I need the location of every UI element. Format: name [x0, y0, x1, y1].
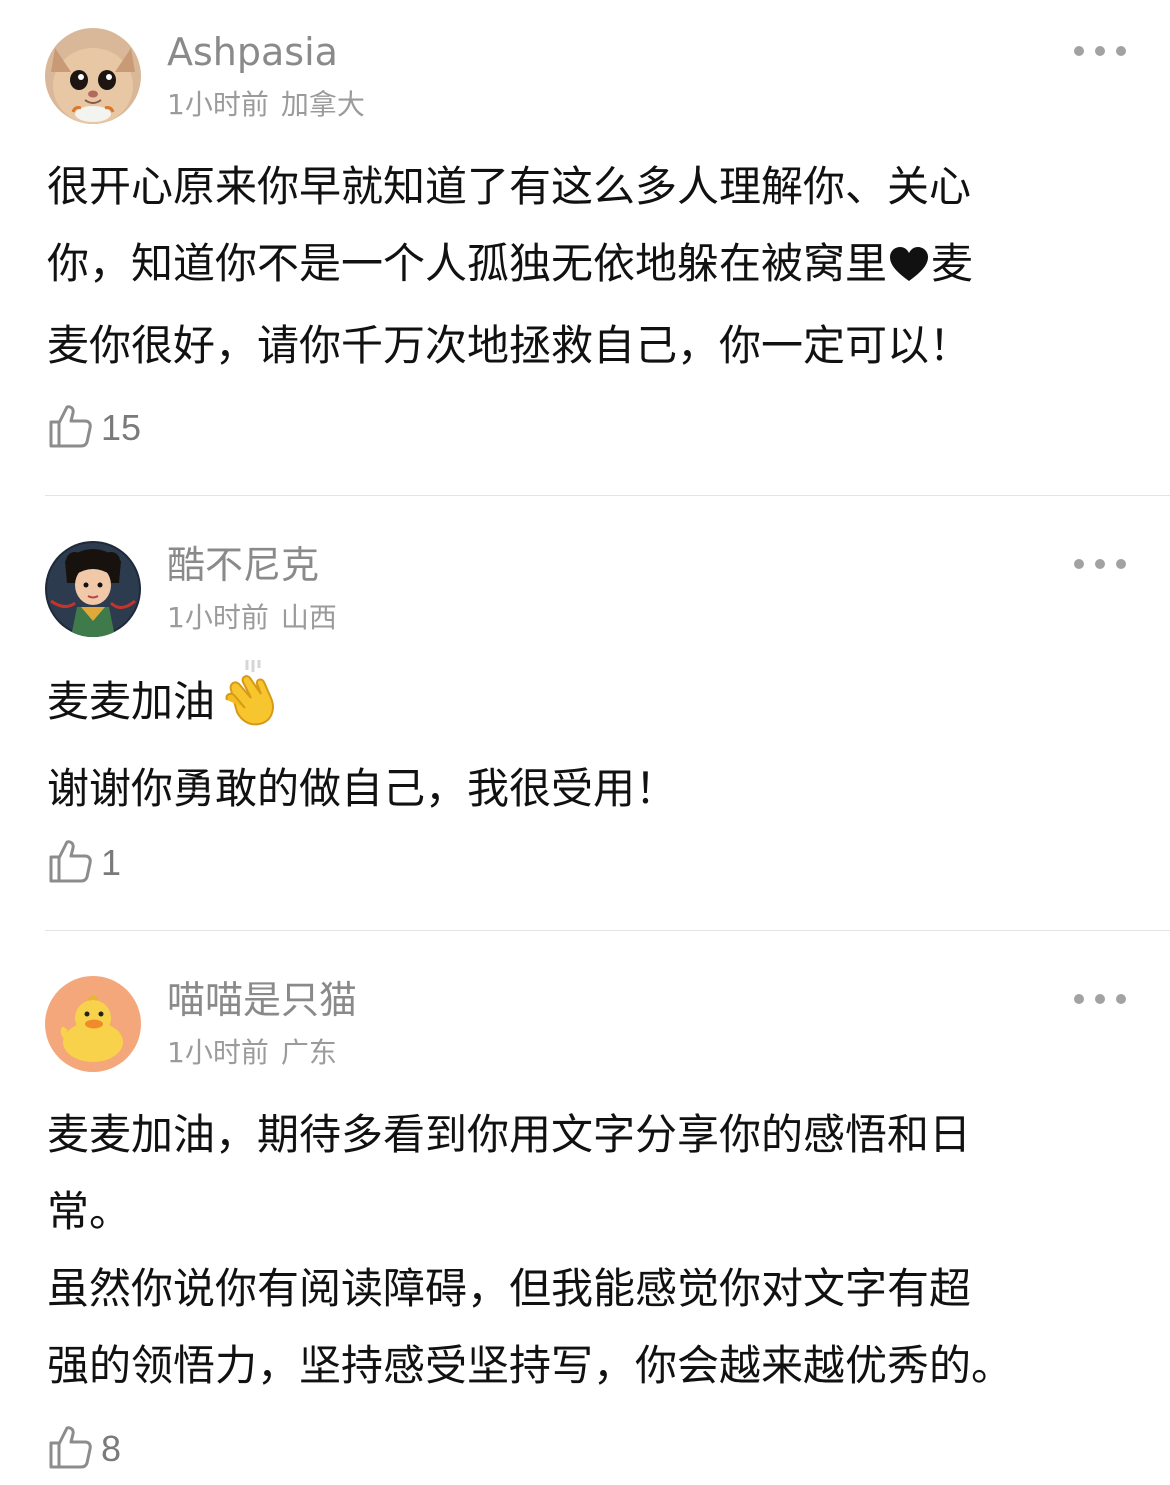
- like-button[interactable]: 8: [47, 1424, 121, 1474]
- comment-text-line: 常。: [47, 1187, 132, 1236]
- username[interactable]: 喵喵是只猫: [167, 976, 357, 1024]
- more-options-icon[interactable]: [1074, 554, 1126, 574]
- user-avatar[interactable]: [45, 541, 141, 637]
- comment-text-line: 麦你很好，请你千万次地拯救自己，你一定可以！: [47, 321, 972, 370]
- comment-text-line: 麦麦加油: [47, 660, 1137, 750]
- comment-item: Ashpasia 1小时前 加拿大 很开心原来你早就知道了有这么多人理解你、关心 …: [0, 0, 1170, 495]
- comment-text: 麦麦加油，期待多看到你用文字分享你的感悟和日 常。 虽然你说你有阅读障碍，但我能…: [47, 1096, 1137, 1404]
- comment-time: 1小时前: [167, 88, 269, 121]
- comment-text: 很开心原来你早就知道了有这么多人理解你、关心 你，知道你不是一个人孤独无依地躲在…: [47, 148, 1137, 384]
- comment-time: 1小时前: [167, 601, 269, 634]
- duck-avatar-icon: [45, 976, 141, 1072]
- thumbs-up-icon: [47, 1424, 93, 1474]
- thumbs-up-icon: [47, 403, 93, 453]
- thumbs-up-icon: [47, 838, 93, 888]
- comment-text-line: 谢谢你勇敢的做自己，我很受用！: [47, 764, 678, 813]
- comment-item: 喵喵是只猫 1小时前 广东 麦麦加油，期待多看到你用文字分享你的感悟和日 常。 虽…: [0, 930, 1170, 1485]
- more-options-icon[interactable]: [1074, 41, 1126, 61]
- comment-meta: 1小时前 山西: [167, 600, 337, 636]
- comment-text-line: 麦麦加油，期待多看到你用文字分享你的感悟和日: [47, 1110, 972, 1159]
- comment-location: 广东: [280, 1036, 337, 1069]
- user-avatar[interactable]: [45, 976, 141, 1072]
- comment-text-line: 你，知道你不是一个人孤独无依地躲在被窝里麦: [47, 225, 1137, 307]
- comment-item: 酷不尼克 1小时前 山西 麦麦加油 谢谢你勇敢的做自己，我很受用！ 1: [0, 495, 1170, 930]
- like-count: 8: [101, 1428, 122, 1469]
- user-avatar[interactable]: [45, 28, 141, 124]
- cartoon-girl-avatar-icon: [45, 541, 141, 637]
- comment-meta: 1小时前 加拿大: [167, 87, 365, 123]
- comment-location: 加拿大: [280, 88, 365, 121]
- clapping-hands-emoji-icon: [221, 660, 283, 750]
- comment-text-line: 很开心原来你早就知道了有这么多人理解你、关心: [47, 162, 972, 211]
- like-button[interactable]: 1: [47, 838, 121, 888]
- like-button[interactable]: 15: [47, 403, 141, 453]
- comment-meta: 1小时前 广东: [167, 1035, 337, 1071]
- black-heart-emoji-icon: [889, 230, 929, 307]
- cat-avatar-icon: [45, 28, 141, 124]
- comment-text-line: 强的领悟力，坚持感受坚持写，你会越来越优秀的。: [47, 1341, 1014, 1390]
- more-options-icon[interactable]: [1074, 989, 1126, 1009]
- username[interactable]: 酷不尼克: [167, 541, 319, 589]
- comment-time: 1小时前: [167, 1036, 269, 1069]
- like-count: 1: [101, 842, 122, 883]
- like-count: 15: [101, 407, 142, 448]
- comment-location: 山西: [280, 601, 337, 634]
- comment-text: 麦麦加油 谢谢你勇敢的做自己，我很受用！: [47, 660, 1137, 827]
- username[interactable]: Ashpasia: [167, 28, 338, 76]
- comment-text-line: 虽然你说你有阅读障碍，但我能感觉你对文字有超: [47, 1264, 972, 1313]
